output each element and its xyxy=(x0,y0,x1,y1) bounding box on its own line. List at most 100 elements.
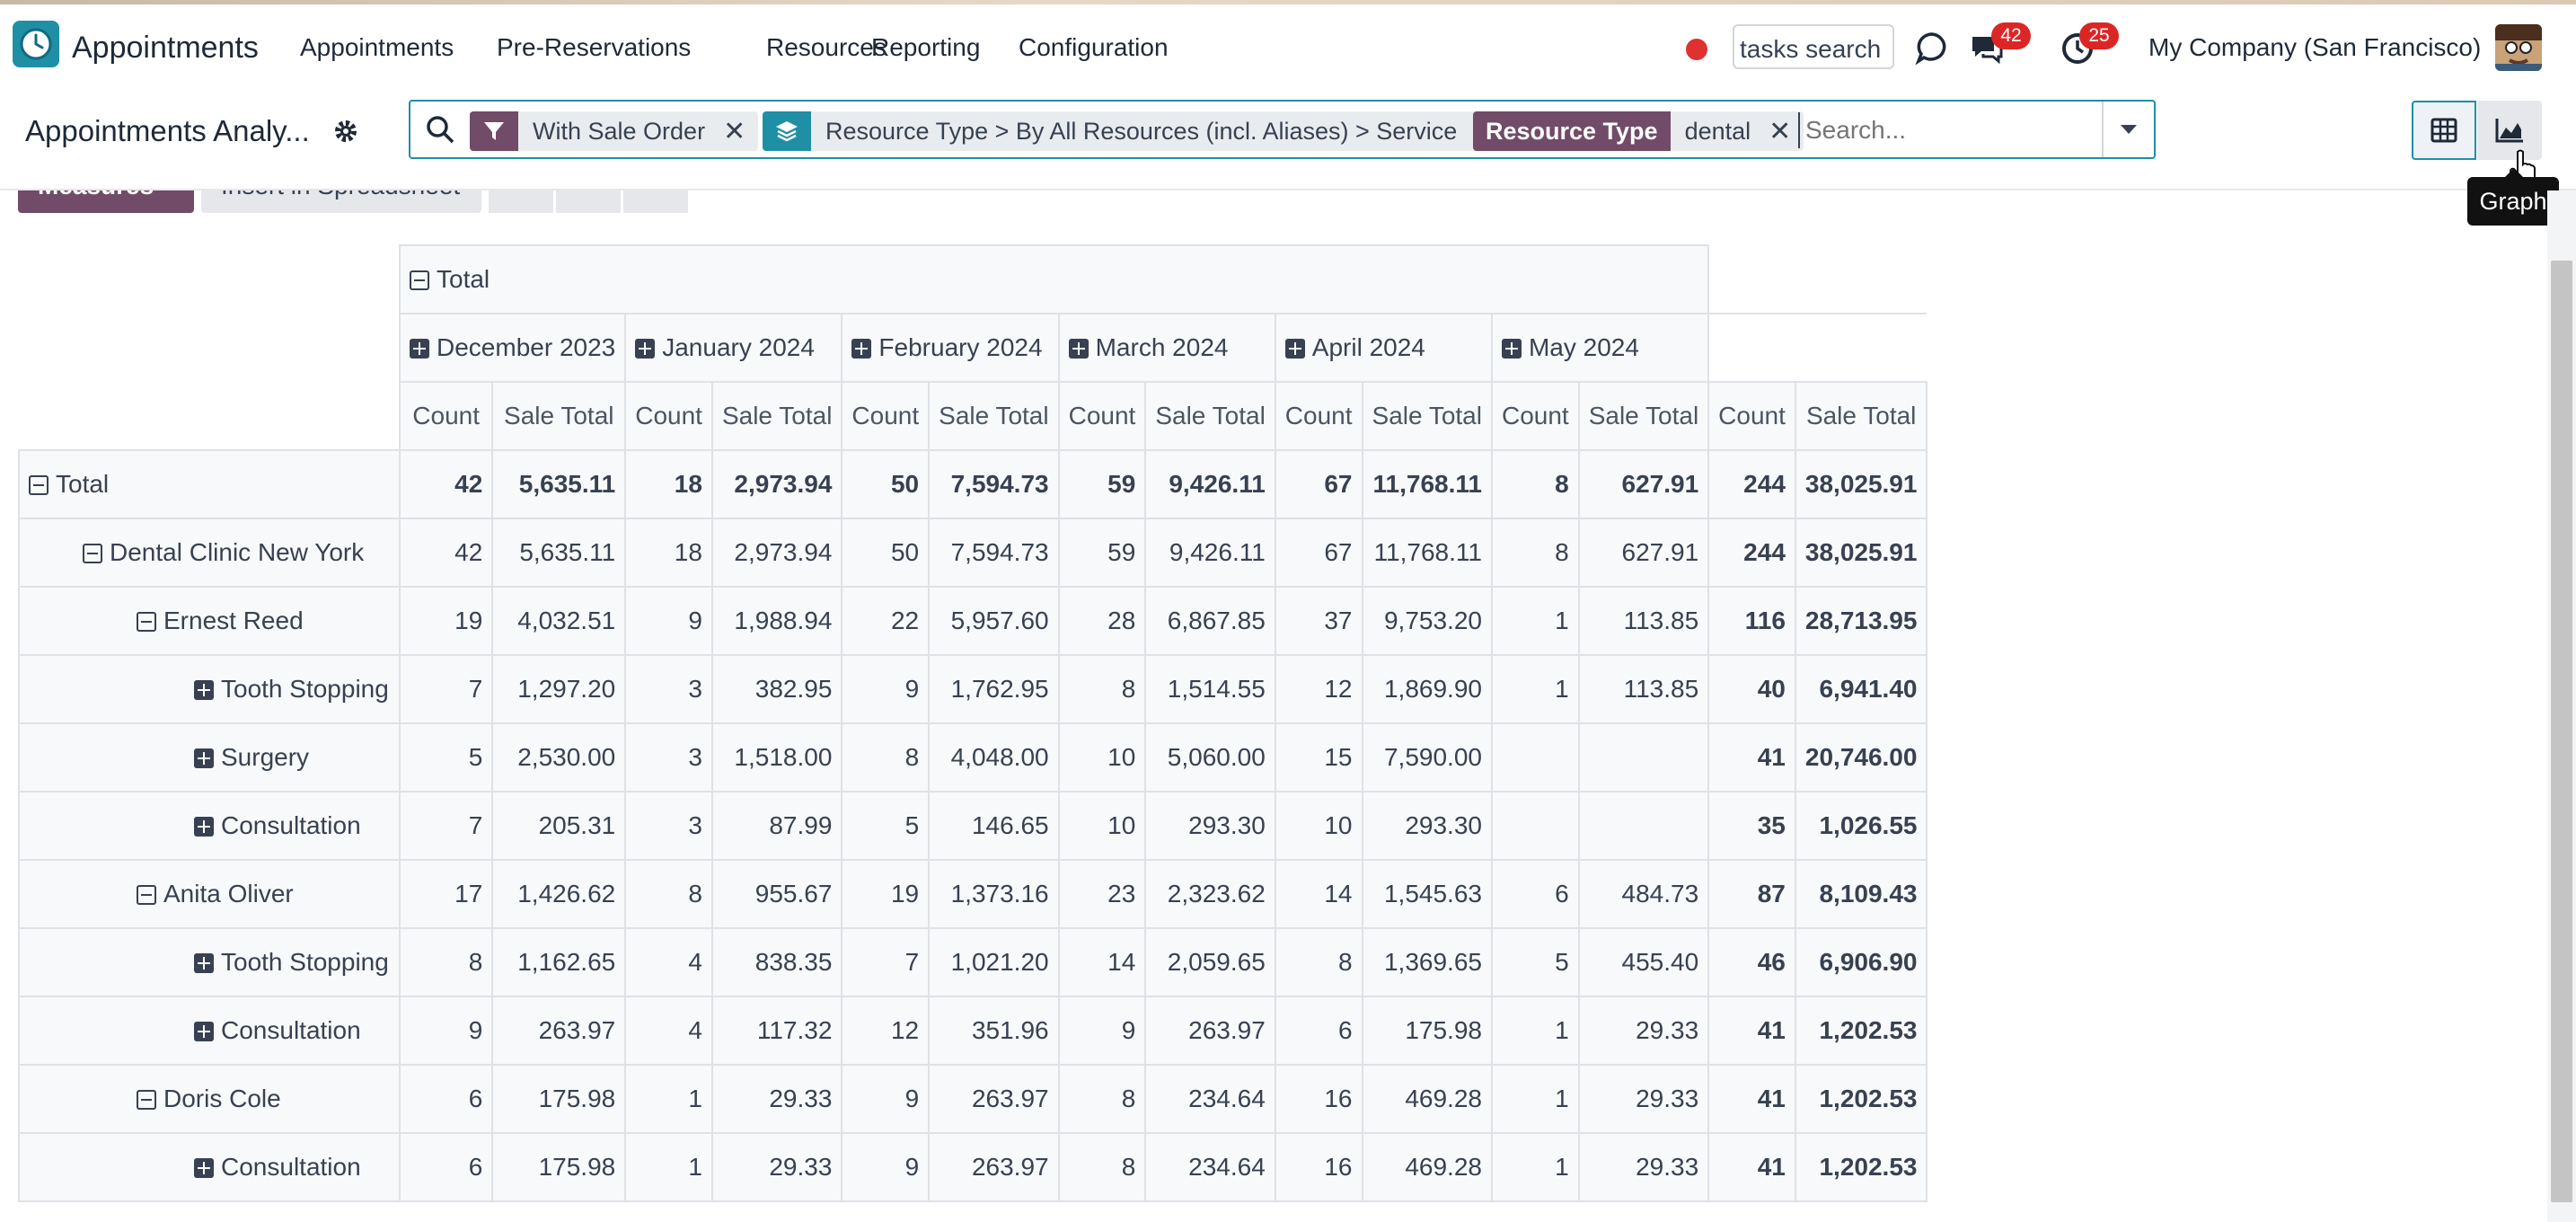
cell-sale-total[interactable]: 1,021.20 xyxy=(928,927,1060,997)
measure-header-count[interactable]: Count xyxy=(1707,381,1796,451)
cell-count[interactable]: 8 xyxy=(1274,927,1363,997)
cell-count[interactable]: 16 xyxy=(1274,1132,1363,1202)
cell-sale-total[interactable]: 29.33 xyxy=(1577,1132,1710,1202)
breadcrumb-title[interactable]: Appointments Analy... xyxy=(25,114,310,148)
measure-header-count[interactable]: Count xyxy=(1057,381,1147,451)
measure-header-sale-total[interactable]: Sale Total xyxy=(1577,381,1710,451)
cell-count[interactable]: 5 xyxy=(841,791,931,861)
col-header-month[interactable]: March 2024 xyxy=(1057,313,1276,383)
cell-count[interactable]: 3 xyxy=(624,722,713,793)
chat-bubble-icon[interactable] xyxy=(1914,30,1950,66)
gear-icon[interactable] xyxy=(332,118,359,145)
cell-sale-total[interactable]: 7,590.00 xyxy=(1361,722,1493,793)
cell-sale-total[interactable]: 205.31 xyxy=(491,791,627,861)
cell-count[interactable]: 6 xyxy=(398,1132,494,1202)
measure-header-count[interactable]: Count xyxy=(1490,381,1580,451)
cell-count[interactable]: 18 xyxy=(624,449,713,519)
cell-count[interactable]: 17 xyxy=(398,859,494,929)
col-header-month[interactable]: May 2024 xyxy=(1490,313,1710,383)
cell-count[interactable]: 16 xyxy=(1274,1064,1363,1134)
cell-count[interactable]: 9 xyxy=(398,996,494,1066)
cell-count[interactable]: 41 xyxy=(1707,722,1796,793)
cell-sale-total[interactable]: 1,988.94 xyxy=(710,586,843,656)
cell-count[interactable]: 8 xyxy=(1057,654,1147,724)
cell-count[interactable]: 12 xyxy=(1274,654,1363,724)
row-header[interactable]: Ernest Reed xyxy=(18,586,401,656)
cell-sale-total[interactable]: 9,426.11 xyxy=(1144,449,1276,519)
cell-sale-total[interactable]: 4,032.51 xyxy=(491,586,627,656)
cell-count[interactable]: 116 xyxy=(1707,586,1796,656)
cell-count[interactable]: 8 xyxy=(841,722,931,793)
row-header[interactable]: Consultation xyxy=(18,791,401,861)
cell-sale-total[interactable]: 9,426.11 xyxy=(1144,518,1276,588)
cell-sale-total[interactable]: 1,202.53 xyxy=(1794,1064,1928,1134)
remove-filter-facet-button[interactable]: ✕ xyxy=(719,111,759,151)
measure-header-sale-total[interactable]: Sale Total xyxy=(1361,381,1493,451)
cell-sale-total[interactable]: 175.98 xyxy=(491,1064,627,1134)
cell-sale-total[interactable]: 1,202.53 xyxy=(1794,996,1928,1066)
cell-sale-total[interactable]: 1,026.55 xyxy=(1794,791,1928,861)
cell-count[interactable]: 1 xyxy=(1490,996,1580,1066)
cell-sale-total[interactable]: 7,594.73 xyxy=(928,518,1060,588)
cell-sale-total[interactable]: 117.32 xyxy=(710,996,843,1066)
cell-sale-total[interactable]: 38,025.91 xyxy=(1794,518,1928,588)
col-header-month[interactable]: February 2024 xyxy=(841,313,1060,383)
cell-sale-total[interactable]: 29.33 xyxy=(710,1132,843,1202)
cell-count[interactable]: 4 xyxy=(624,996,713,1066)
cell-sale-total[interactable] xyxy=(1577,791,1710,861)
cell-count[interactable]: 10 xyxy=(1274,791,1363,861)
search-bar[interactable]: With Sale Order ✕ Resource Type > By All… xyxy=(409,100,2156,159)
cell-count[interactable]: 67 xyxy=(1274,449,1363,519)
measure-header-count[interactable]: Count xyxy=(624,381,713,451)
cell-sale-total[interactable]: 1,545.63 xyxy=(1361,859,1493,929)
col-header-month[interactable]: January 2024 xyxy=(624,313,843,383)
cell-sale-total[interactable]: 113.85 xyxy=(1577,586,1710,656)
cell-count[interactable]: 5 xyxy=(398,722,494,793)
cell-count[interactable]: 37 xyxy=(1274,586,1363,656)
cell-sale-total[interactable]: 5,957.60 xyxy=(928,586,1060,656)
cell-count[interactable]: 244 xyxy=(1707,449,1796,519)
cell-count[interactable]: 59 xyxy=(1057,518,1147,588)
cell-count[interactable]: 15 xyxy=(1274,722,1363,793)
menu-appointments[interactable]: Appointments xyxy=(300,33,454,62)
cell-sale-total[interactable]: 6,867.85 xyxy=(1144,586,1276,656)
app-title[interactable]: Appointments xyxy=(72,31,259,66)
tasks-search-box[interactable]: tasks search xyxy=(1733,24,1894,69)
cell-sale-total[interactable]: 2,973.94 xyxy=(710,518,843,588)
cell-count[interactable]: 1 xyxy=(1490,586,1580,656)
col-header-month[interactable]: December 2023 xyxy=(398,313,627,383)
cell-sale-total[interactable]: 1,369.65 xyxy=(1361,927,1493,997)
cell-sale-total[interactable]: 234.64 xyxy=(1144,1132,1276,1202)
cell-count[interactable]: 28 xyxy=(1057,586,1147,656)
cell-sale-total[interactable]: 1,869.90 xyxy=(1361,654,1493,724)
cell-sale-total[interactable]: 263.97 xyxy=(928,1064,1060,1134)
cell-sale-total[interactable]: 955.67 xyxy=(710,859,843,929)
row-header[interactable]: Anita Oliver xyxy=(18,859,401,929)
row-header[interactable]: Consultation xyxy=(18,996,401,1066)
cell-count[interactable]: 9 xyxy=(1057,996,1147,1066)
cell-count[interactable]: 18 xyxy=(624,518,713,588)
cell-sale-total[interactable] xyxy=(1577,722,1710,793)
cell-sale-total[interactable]: 87.99 xyxy=(710,791,843,861)
cell-count[interactable]: 23 xyxy=(1057,859,1147,929)
cell-count[interactable]: 7 xyxy=(398,654,494,724)
cell-count[interactable]: 8 xyxy=(1057,1064,1147,1134)
cell-count[interactable]: 41 xyxy=(1707,996,1796,1066)
cell-sale-total[interactable]: 175.98 xyxy=(491,1132,627,1202)
cell-sale-total[interactable]: 1,202.53 xyxy=(1794,1132,1928,1202)
cell-sale-total[interactable]: 2,323.62 xyxy=(1144,859,1276,929)
measure-header-count[interactable]: Count xyxy=(841,381,931,451)
cell-sale-total[interactable]: 6,941.40 xyxy=(1794,654,1928,724)
cell-count[interactable]: 67 xyxy=(1274,518,1363,588)
measure-header-sale-total[interactable]: Sale Total xyxy=(928,381,1060,451)
row-header[interactable]: Surgery xyxy=(18,722,401,793)
cell-sale-total[interactable]: 838.35 xyxy=(710,927,843,997)
cell-sale-total[interactable]: 382.95 xyxy=(710,654,843,724)
measure-header-sale-total[interactable]: Sale Total xyxy=(1144,381,1276,451)
menu-resources[interactable]: Resources xyxy=(766,33,887,62)
cell-count[interactable]: 244 xyxy=(1707,518,1796,588)
row-header[interactable]: Dental Clinic New York xyxy=(18,518,401,588)
cell-sale-total[interactable]: 293.30 xyxy=(1144,791,1276,861)
recording-indicator[interactable] xyxy=(1686,39,1707,60)
company-switcher[interactable]: My Company (San Francisco) xyxy=(2148,33,2481,62)
